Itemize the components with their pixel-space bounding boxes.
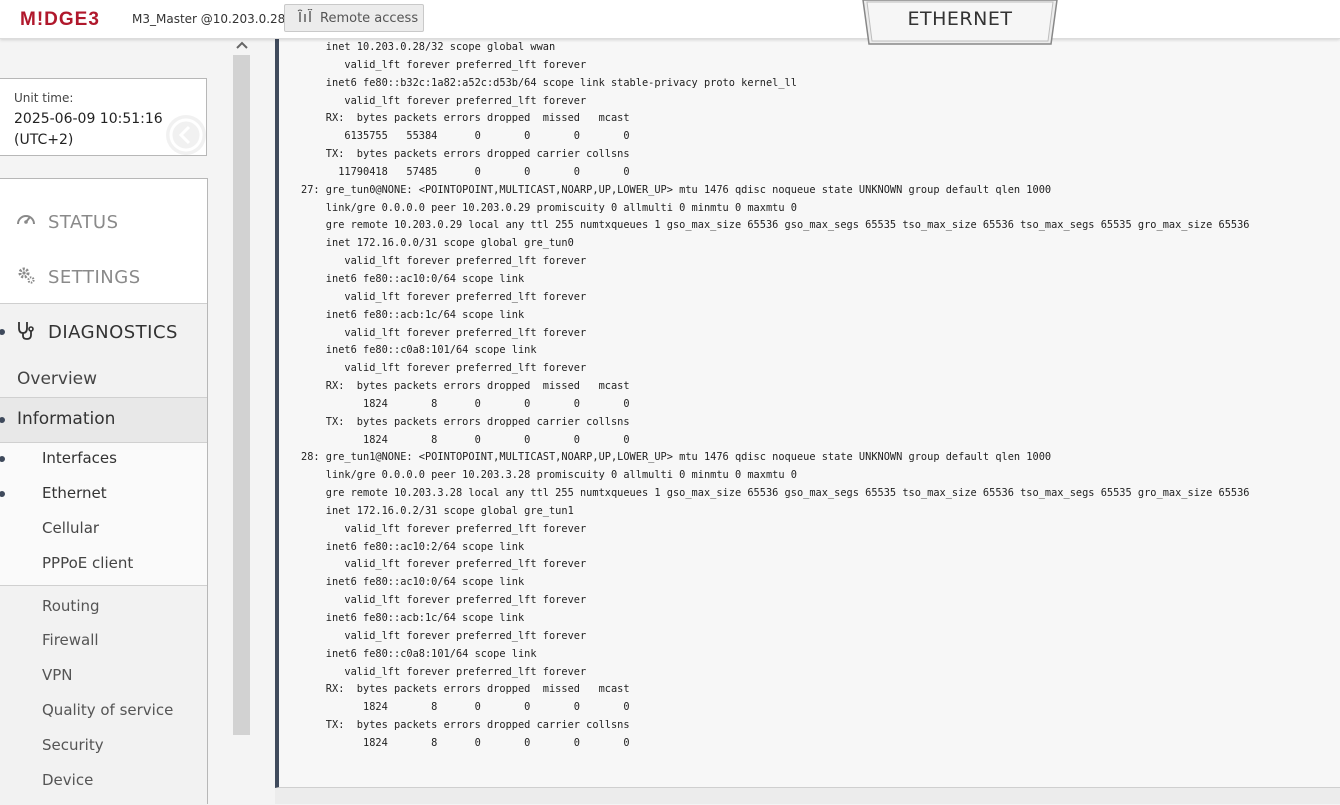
remote-access-icon (297, 8, 313, 27)
active-indicator (0, 329, 5, 335)
console-line: RX: bytes packets errors dropped missed … (301, 683, 630, 696)
console-line: 1824 8 0 0 0 0 (301, 397, 630, 410)
console-line: valid_lft forever preferred_lft forever (301, 558, 587, 571)
console-line: valid_lft forever preferred_lft forever (301, 290, 587, 303)
submenu-ethernet[interactable]: Ethernet (42, 484, 107, 502)
menu-quality-of-service[interactable]: Quality of service (42, 701, 173, 719)
console-line: inet 10.203.0.28/32 scope global wwan (301, 41, 556, 53)
console-line: inet6 fe80::ac10:0/64 scope link (301, 576, 525, 589)
device-name: M3_Master @10.203.0.28 (132, 12, 286, 26)
top-bar: M!DGE3 M3_Master @10.203.0.28 Remote acc… (0, 0, 1340, 39)
remote-access-label: Remote access (320, 10, 419, 26)
unit-time-card: Unit time: 2025-06-09 10:51:16 (UTC+2) (0, 78, 207, 156)
content-footer (275, 788, 1340, 804)
menu-information-label: Information (17, 409, 116, 429)
menu-vpn[interactable]: VPN (42, 666, 73, 684)
menu-top-section: STATUS SETTINGS (0, 179, 207, 304)
console-line: 11790418 57485 0 0 0 0 (301, 165, 630, 178)
active-indicator (0, 456, 5, 462)
menu-device[interactable]: Device (42, 771, 93, 789)
tab-ethernet-label: ETHERNET (907, 8, 1013, 30)
remote-access-button[interactable]: Remote access (284, 4, 424, 32)
menu-status[interactable]: STATUS (16, 210, 119, 235)
submenu-cellular[interactable]: Cellular (42, 519, 99, 537)
submenu-interfaces[interactable]: Interfaces (42, 449, 117, 467)
menu-security[interactable]: Security (42, 736, 104, 754)
console-line: 28: gre_tun1@NONE: <POINTOPOINT,MULTICAS… (301, 451, 1052, 464)
console-line: inet6 fe80::b32c:1a82:a52c:d53b/64 scope… (301, 76, 797, 89)
collapse-sidebar-button[interactable] (162, 112, 206, 156)
console-line: RX: bytes packets errors dropped missed … (301, 380, 630, 393)
console-line: link/gre 0.0.0.0 peer 10.203.3.28 promis… (301, 469, 797, 482)
information-submenu: Interfaces Ethernet Cellular PPPoE clien… (0, 443, 207, 586)
console-line: inet6 fe80::acb:1c/64 scope link (301, 308, 525, 321)
gauge-icon (16, 210, 36, 235)
main-menu: STATUS SETTINGS DIAGNOSTICS Overview Inf… (0, 178, 208, 805)
brand-logo[interactable]: M!DGE3 (20, 9, 100, 31)
console-line: valid_lft forever preferred_lft forever (301, 665, 587, 678)
console-line: TX: bytes packets errors dropped carrier… (301, 719, 630, 732)
sidebar-scrollbar[interactable] (233, 39, 250, 804)
console-line: RX: bytes packets errors dropped missed … (301, 112, 630, 125)
console-line: valid_lft forever preferred_lft forever (301, 255, 587, 268)
menu-diagnostics[interactable]: DIAGNOSTICS (16, 320, 178, 345)
console-line: 1824 8 0 0 0 0 (301, 736, 630, 749)
menu-settings-label: SETTINGS (48, 267, 141, 288)
console-output: inet 10.203.0.28/32 scope global wwan va… (275, 39, 1340, 788)
chevron-up-icon[interactable] (235, 39, 249, 53)
console-line: inet 172.16.0.0/31 scope global gre_tun0 (301, 237, 574, 250)
console-line: 27: gre_tun0@NONE: <POINTOPOINT,MULTICAS… (301, 183, 1052, 196)
menu-status-label: STATUS (48, 212, 119, 233)
stethoscope-icon (16, 320, 36, 345)
console-line: inet6 fe80::acb:1c/64 scope link (301, 612, 525, 624)
unit-time-label: Unit time: (14, 91, 74, 105)
console-line: inet6 fe80::ac10:0/64 scope link (301, 272, 525, 285)
submenu-pppoe-client[interactable]: PPPoE client (42, 554, 133, 572)
console-line: gre remote 10.203.0.29 local any ttl 255… (301, 219, 1250, 232)
console-line: valid_lft forever preferred_lft forever (301, 629, 587, 642)
console-line: TX: bytes packets errors dropped carrier… (301, 415, 630, 428)
tab-ethernet[interactable]: ETHERNET (862, 0, 1058, 46)
menu-diagnostics-label: DIAGNOSTICS (48, 322, 178, 343)
console-line: inet6 fe80::ac10:2/64 scope link (301, 540, 525, 553)
scrollbar-thumb[interactable] (233, 55, 250, 735)
menu-routing[interactable]: Routing (42, 597, 100, 615)
menu-information[interactable]: Information (0, 397, 207, 443)
gears-icon (16, 265, 36, 290)
menu-firewall[interactable]: Firewall (42, 631, 99, 649)
console-line: gre remote 10.203.3.28 local any ttl 255… (301, 487, 1250, 500)
chevron-left-icon (166, 115, 206, 155)
active-indicator (0, 491, 5, 497)
console-line: 1824 8 0 0 0 0 (301, 701, 630, 714)
console-line: link/gre 0.0.0.0 peer 10.203.0.29 promis… (301, 201, 797, 214)
console-line: TX: bytes packets errors dropped carrier… (301, 148, 630, 161)
menu-overview-label: Overview (17, 369, 98, 389)
console-text: inet 10.203.0.28/32 scope global wwan va… (301, 39, 1340, 753)
menu-settings[interactable]: SETTINGS (16, 265, 141, 290)
console-line: valid_lft forever preferred_lft forever (301, 326, 587, 339)
console-line: valid_lft forever preferred_lft forever (301, 362, 587, 375)
console-line: inet 172.16.0.2/31 scope global gre_tun1 (301, 504, 574, 517)
console-line: 6135755 55384 0 0 0 0 (301, 130, 630, 143)
console-line: valid_lft forever preferred_lft forever (301, 522, 587, 535)
console-line: inet6 fe80::c0a8:101/64 scope link (301, 344, 537, 357)
active-indicator (0, 417, 5, 423)
console-line: valid_lft forever preferred_lft forever (301, 58, 587, 71)
console-line: 1824 8 0 0 0 0 (301, 433, 630, 446)
unit-time-value: 2025-06-09 10:51:16 (UTC+2) (14, 111, 163, 148)
console-line: valid_lft forever preferred_lft forever (301, 594, 587, 607)
console-line: inet6 fe80::c0a8:101/64 scope link (301, 647, 537, 660)
console-line: valid_lft forever preferred_lft forever (301, 94, 587, 107)
